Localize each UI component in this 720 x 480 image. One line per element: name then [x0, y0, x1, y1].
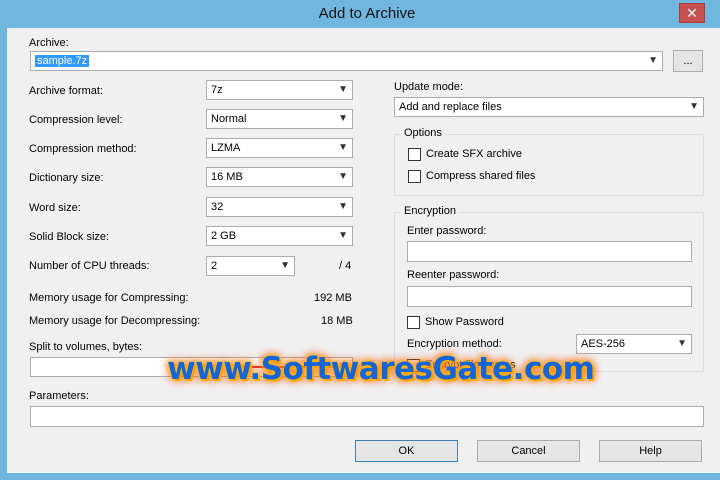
cpu-threads-select[interactable]: 2 ▼	[206, 256, 295, 276]
memory-compress-label: Memory usage for Compressing:	[29, 292, 189, 304]
compression-method-select[interactable]: LZMA ▼	[206, 138, 353, 158]
archive-format-select[interactable]: 7z ▼	[206, 80, 353, 100]
ok-button[interactable]: OK	[355, 440, 458, 462]
word-size-value: 32	[211, 201, 224, 213]
update-mode-value: Add and replace files	[399, 101, 502, 113]
show-password-checkbox[interactable]	[407, 316, 420, 329]
memory-decompress-value: 18 MB	[321, 315, 353, 327]
update-mode-select[interactable]: Add and replace files ▼	[394, 97, 704, 117]
chevron-down-icon: ▼	[338, 113, 348, 124]
create-sfx-label[interactable]: Create SFX archive	[426, 148, 522, 160]
memory-decompress-label: Memory usage for Decompressing:	[29, 315, 201, 327]
dictionary-size-select[interactable]: 16 MB ▼	[206, 167, 353, 187]
cpu-threads-label: Number of CPU threads:	[29, 260, 150, 272]
word-size-label: Word size:	[29, 202, 81, 214]
archive-label: Archive:	[29, 37, 69, 49]
options-group: Options Create SFX archive Compress shar…	[394, 127, 704, 196]
cpu-threads-max: / 4	[339, 260, 352, 272]
encryption-method-value: AES-256	[581, 338, 626, 350]
update-mode-label: Update mode:	[394, 81, 464, 93]
solid-block-size-value: 2 GB	[211, 230, 237, 242]
chevron-down-icon: ▼	[689, 101, 699, 112]
chevron-down-icon: ▼	[677, 338, 687, 349]
solid-block-size-select[interactable]: 2 GB ▼	[206, 226, 353, 246]
dictionary-size-label: Dictionary size:	[29, 172, 104, 184]
solid-block-size-label: Solid Block size:	[29, 231, 110, 243]
browse-button-label: ...	[683, 55, 693, 67]
encryption-group-title: Encryption	[401, 205, 459, 217]
close-button[interactable]: ✕	[679, 3, 705, 23]
cpu-threads-value: 2	[211, 260, 218, 272]
create-sfx-checkbox[interactable]	[408, 148, 421, 161]
chevron-down-icon: ▼	[338, 230, 348, 241]
archive-path-value[interactable]: sample.7z	[35, 55, 90, 67]
chevron-down-icon: ▼	[338, 84, 348, 95]
compression-level-label: Compression level:	[29, 114, 123, 126]
window-title: Add to Archive	[318, 5, 416, 22]
compress-shared-checkbox[interactable]	[408, 170, 421, 183]
dictionary-size-value: 16 MB	[211, 171, 243, 183]
add-to-archive-window: Add to Archive ✕ Archive: sample.7z ▼ ..…	[0, 0, 720, 480]
parameters-input[interactable]	[30, 406, 704, 427]
compression-method-value: LZMA	[211, 142, 241, 154]
cancel-button[interactable]: Cancel	[477, 440, 580, 462]
cancel-button-label: Cancel	[511, 445, 546, 457]
options-group-title: Options	[401, 127, 445, 139]
ok-button-label: OK	[398, 445, 415, 457]
title-bar[interactable]: Add to Archive	[7, 0, 720, 28]
word-size-select[interactable]: 32 ▼	[206, 197, 353, 217]
help-button-label: Help	[639, 445, 662, 457]
archive-format-value: 7z	[211, 84, 223, 96]
reenter-password-label: Reenter password:	[407, 269, 500, 281]
enter-password-label: Enter password:	[407, 225, 487, 237]
memory-compress-value: 192 MB	[314, 292, 352, 304]
close-icon: ✕	[686, 5, 698, 21]
parameters-label: Parameters:	[29, 390, 89, 402]
chevron-down-icon: ▼	[338, 171, 348, 182]
help-button[interactable]: Help	[599, 440, 702, 462]
compression-level-select[interactable]: Normal ▼	[206, 109, 353, 129]
split-volumes-label: Split to volumes, bytes:	[29, 341, 143, 353]
chevron-down-icon[interactable]: ▼	[648, 52, 658, 70]
compress-shared-label[interactable]: Compress shared files	[426, 170, 535, 182]
show-password-label[interactable]: Show Password	[425, 316, 504, 328]
enter-password-input[interactable]	[407, 241, 692, 262]
chevron-down-icon: ▼	[338, 142, 348, 153]
chevron-down-icon: ▼	[280, 260, 290, 271]
watermark-text: www.SoftwaresGate.com	[167, 351, 595, 387]
reenter-password-input[interactable]	[407, 286, 692, 307]
compression-level-value: Normal	[211, 113, 247, 125]
archive-format-label: Archive format:	[29, 85, 103, 97]
dialog-content: Archive: sample.7z ▼ ... Archive format:…	[14, 28, 720, 473]
browse-button[interactable]: ...	[673, 50, 703, 72]
archive-path-combo[interactable]: sample.7z ▼	[30, 51, 663, 71]
compression-method-label: Compression method:	[29, 143, 137, 155]
chevron-down-icon: ▼	[338, 201, 348, 212]
